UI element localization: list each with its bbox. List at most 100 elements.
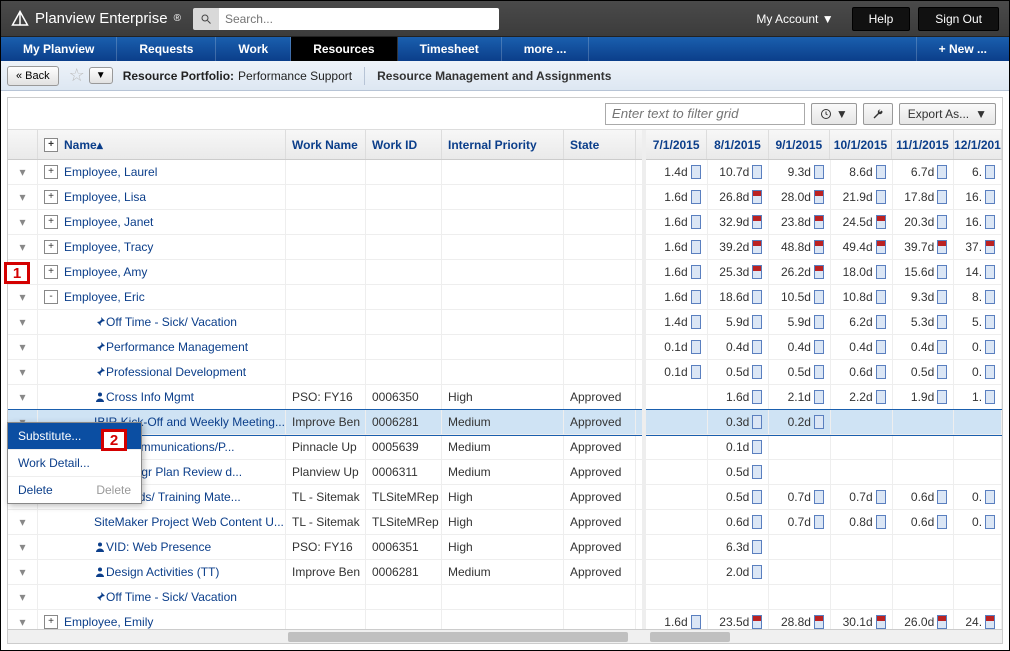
cell-value[interactable]: 16. xyxy=(960,215,995,229)
cell-value[interactable]: 0.6d xyxy=(899,490,948,504)
row-menu-icon[interactable]: ▾ xyxy=(16,615,30,629)
cell-value[interactable]: 25.3d xyxy=(714,265,763,279)
cell-value[interactable]: 17.8d xyxy=(899,190,948,204)
favorite-star-icon[interactable]: ☆ xyxy=(69,65,85,86)
cell-value[interactable]: 24.5d xyxy=(837,215,886,229)
row-menu-icon[interactable]: ▾ xyxy=(16,390,30,404)
cell-value[interactable]: 18.0d xyxy=(837,265,886,279)
cell-value[interactable]: 0. xyxy=(960,365,995,379)
cell-value[interactable]: 48.8d xyxy=(775,240,824,254)
cell-value[interactable]: 1.6d xyxy=(652,615,701,629)
help-button[interactable]: Help xyxy=(852,7,911,31)
row-menu-icon[interactable]: ▾ xyxy=(16,565,30,579)
employee-name[interactable]: Employee, Laurel xyxy=(64,165,157,179)
cell-value[interactable]: 14. xyxy=(960,265,995,279)
nav-timesheet[interactable]: Timesheet xyxy=(398,37,502,61)
cell-value[interactable]: 5.9d xyxy=(714,315,763,329)
cell-value[interactable]: 1.6d xyxy=(652,265,701,279)
row-menu-icon[interactable]: ▾ xyxy=(16,190,30,204)
row-menu-icon[interactable]: ▾ xyxy=(16,240,30,254)
ctx-work-detail[interactable]: Work Detail... xyxy=(8,450,141,477)
expand-toggle[interactable]: + xyxy=(44,265,58,279)
cell-value[interactable]: 0.5d xyxy=(714,465,763,479)
right-scrollbar[interactable] xyxy=(646,629,1002,643)
cell-value[interactable]: 0. xyxy=(960,515,995,529)
col-work-name[interactable]: Work Name xyxy=(286,130,366,159)
col-work-id[interactable]: Work ID xyxy=(366,130,442,159)
expand-toggle[interactable]: + xyxy=(44,215,58,229)
cell-value[interactable]: 0.6d xyxy=(837,365,886,379)
cell-value[interactable]: 0.4d xyxy=(775,340,824,354)
task-name[interactable]: Off Time - Sick/ Vacation xyxy=(106,590,237,604)
cell-value[interactable]: 9.3d xyxy=(775,165,824,179)
cell-value[interactable]: 1.6d xyxy=(652,290,701,304)
nav-more[interactable]: more ... xyxy=(502,37,590,61)
cell-value[interactable]: 0.1d xyxy=(652,340,701,354)
cell-value[interactable]: 28.8d xyxy=(775,615,824,629)
cell-value[interactable]: 0. xyxy=(960,490,995,504)
col-priority[interactable]: Internal Priority xyxy=(442,130,564,159)
col-name[interactable]: + Name xyxy=(38,130,286,159)
settings-button[interactable] xyxy=(863,103,893,125)
cell-value[interactable]: 5.9d xyxy=(775,315,824,329)
row-menu-icon[interactable]: ▾ xyxy=(16,315,30,329)
cell-value[interactable]: 6.2d xyxy=(837,315,886,329)
cell-value[interactable]: 0.5d xyxy=(899,365,948,379)
cell-value[interactable]: 1. xyxy=(960,390,995,404)
favorite-dropdown[interactable]: ▼ xyxy=(89,67,113,84)
cell-value[interactable]: 23.8d xyxy=(775,215,824,229)
employee-name[interactable]: Employee, Lisa xyxy=(64,190,146,204)
task-name[interactable]: SiteMaker Project Web Content U... xyxy=(94,515,284,529)
col-month-1[interactable]: 8/1/2015 xyxy=(707,130,768,159)
cell-value[interactable]: 1.4d xyxy=(652,315,701,329)
cell-value[interactable]: 2.0d xyxy=(714,565,763,579)
cell-value[interactable]: 6.7d xyxy=(899,165,948,179)
cell-value[interactable]: 24. xyxy=(960,615,995,629)
cell-value[interactable]: 39.7d xyxy=(899,240,948,254)
col-state[interactable]: State xyxy=(564,130,636,159)
task-name[interactable]: Cross Info Mgmt xyxy=(106,390,194,404)
row-menu-icon[interactable]: ▾ xyxy=(16,215,30,229)
export-button[interactable]: Export As... ▼ xyxy=(899,103,996,125)
back-button[interactable]: « Back xyxy=(7,66,59,86)
cell-value[interactable]: 6.3d xyxy=(714,540,763,554)
cell-value[interactable]: 18.6d xyxy=(714,290,763,304)
row-menu-icon[interactable]: ▾ xyxy=(16,165,30,179)
cell-value[interactable]: 0.5d xyxy=(714,490,763,504)
cell-value[interactable]: 16. xyxy=(960,190,995,204)
cell-value[interactable]: 39.2d xyxy=(714,240,763,254)
cell-value[interactable]: 49.4d xyxy=(837,240,886,254)
expand-toggle[interactable]: - xyxy=(44,290,58,304)
nav-work[interactable]: Work xyxy=(216,37,291,61)
cell-value[interactable]: 28.0d xyxy=(775,190,824,204)
employee-name[interactable]: Employee, Janet xyxy=(64,215,153,229)
cell-value[interactable]: 0.6d xyxy=(899,515,948,529)
col-month-4[interactable]: 11/1/2015 xyxy=(892,130,954,159)
cell-value[interactable]: 0.8d xyxy=(837,515,886,529)
cell-value[interactable]: 26.8d xyxy=(714,190,763,204)
employee-name[interactable]: Employee, Eric xyxy=(64,290,145,304)
cell-value[interactable]: 23.5d xyxy=(714,615,763,629)
cell-value[interactable]: 0.1d xyxy=(652,365,701,379)
cell-value[interactable]: 1.6d xyxy=(652,240,701,254)
expand-toggle[interactable]: + xyxy=(44,615,58,629)
nav-resources[interactable]: Resources xyxy=(291,37,397,61)
cell-value[interactable]: 0.7d xyxy=(837,490,886,504)
cell-value[interactable]: 30.1d xyxy=(837,615,886,629)
cell-value[interactable]: 10.7d xyxy=(714,165,763,179)
cell-value[interactable]: 15.6d xyxy=(899,265,948,279)
cell-value[interactable]: 0.5d xyxy=(714,365,763,379)
cell-value[interactable]: 8. xyxy=(960,290,995,304)
row-menu-icon[interactable]: ▾ xyxy=(16,365,30,379)
cell-value[interactable]: 2.2d xyxy=(837,390,886,404)
cell-value[interactable]: 26.0d xyxy=(899,615,948,629)
employee-name[interactable]: Employee, Emily xyxy=(64,615,153,629)
sign-out-button[interactable]: Sign Out xyxy=(918,7,999,31)
expand-all-toggle[interactable]: + xyxy=(44,138,58,152)
search-icon[interactable] xyxy=(193,8,219,30)
row-menu-icon[interactable]: ▾ xyxy=(16,540,30,554)
cell-value[interactable]: 9.3d xyxy=(899,290,948,304)
cell-value[interactable]: 0.4d xyxy=(837,340,886,354)
cell-value[interactable]: 0.7d xyxy=(775,515,824,529)
expand-toggle[interactable]: + xyxy=(44,165,58,179)
